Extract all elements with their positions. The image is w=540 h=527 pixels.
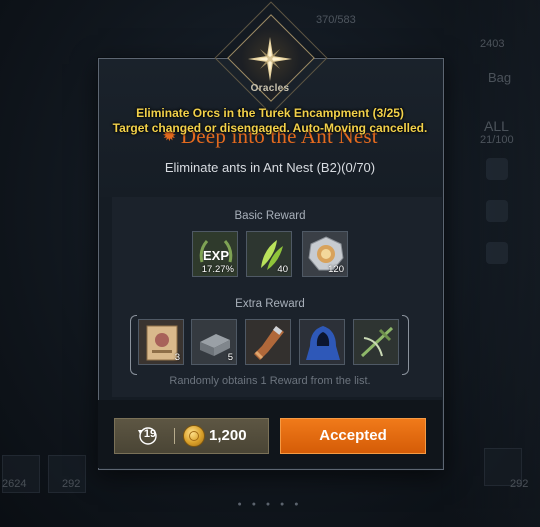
auto-move-notice: Target changed or disengaged. Auto-Movin… [112,121,428,135]
gold-coin-icon-inner [189,431,199,441]
green-crossbow-icon [354,320,398,364]
extra-reward-slot-poster[interactable]: 3 [138,319,184,365]
extra-reward-slot-ingot[interactable]: 5 [191,319,237,365]
extra-reward-slot-crossbow[interactable] [353,319,399,365]
bg-bag-label: Bag [488,70,512,85]
leather-gauntlet-icon [246,320,290,364]
reward-qty: 17.27% [201,264,234,275]
bg-potion-icon [486,242,508,264]
extra-reward-bracket-left [130,315,137,375]
reward-qty: 5 [227,352,233,363]
basic-reward-label: Basic Reward [234,210,306,222]
reward-qty: 3 [174,352,180,363]
extra-reward-bracket-right [402,315,409,375]
reward-slot-feather[interactable]: 40 [246,231,292,277]
reward-area [112,197,442,397]
random-reward-note: Randomly obtains 1 Reward from the list. [169,375,371,387]
blue-hooded-cloak-icon [300,320,344,364]
cost-divider [174,428,175,444]
reward-qty: 120 [328,264,344,275]
page-indicator-dots: ● ● ● ● ● [237,501,303,508]
bg-bottom-right-count: 292 [510,478,529,490]
quest-progress-notice: Eliminate Orcs in the Turek Encampment (… [136,106,404,120]
emblem-label: Oracles [250,83,290,94]
bg-gem-icon [486,200,508,222]
quest-objective: Eliminate ants in Ant Nest (B2)(0/70) [164,160,376,175]
reward-slot-medal[interactable]: 120 [302,231,348,277]
bg-helmet-icon [486,158,508,180]
bg-bottom-left-count: 2624 [2,478,27,490]
bg-top-right-count: 2403 [480,38,505,50]
accepted-button[interactable]: Accepted [280,418,426,454]
reward-slot-exp[interactable]: EXP 17.27% [192,231,238,277]
refresh-count: 19 [143,428,157,440]
reward-qty: 40 [277,264,288,275]
bg-all-count: 21/100 [480,134,514,146]
bg-bottom-left-count-2: 292 [62,478,81,490]
exp-text: EXP [203,248,229,263]
compass-star-icon [248,37,292,81]
refresh-cost-value: 1,200 [209,427,247,444]
extra-reward-label: Extra Reward [235,298,305,310]
bg-top-count: 370/583 [316,14,356,26]
extra-reward-slot-cloak[interactable] [299,319,345,365]
extra-reward-slot-gauntlet[interactable] [245,319,291,365]
